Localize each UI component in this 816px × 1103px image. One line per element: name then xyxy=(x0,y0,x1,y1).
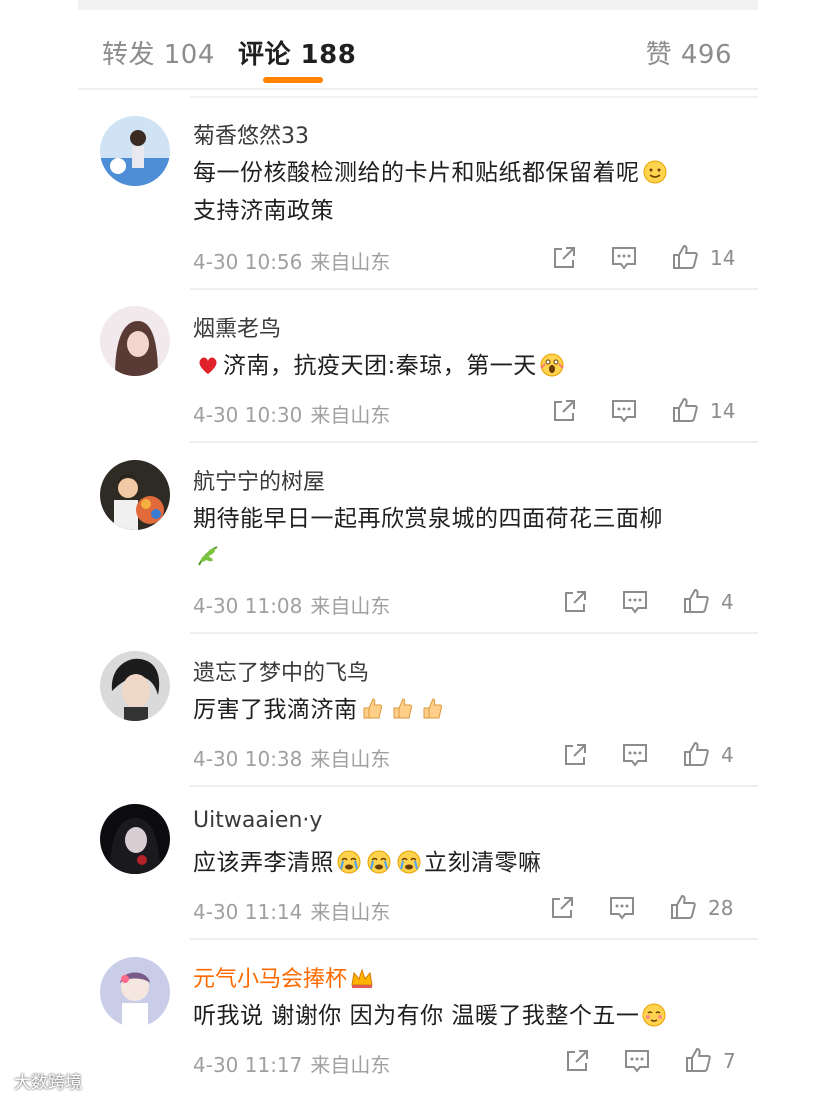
crying-emoji-icon xyxy=(396,849,422,875)
comment-divider xyxy=(190,288,758,290)
like-count: 7 xyxy=(723,1049,736,1073)
username[interactable]: 航宁宁的树屋 xyxy=(193,464,325,496)
comment-text: 期待能早日一起再欣赏泉城的四面荷花三面柳 xyxy=(193,500,733,576)
comment-divider xyxy=(190,938,758,940)
shy-emoji-icon xyxy=(641,1002,667,1028)
like-count: 14 xyxy=(710,246,736,270)
comment-source: 来自山东 xyxy=(310,250,391,274)
share-icon[interactable] xyxy=(561,741,589,769)
comment-text-line: 听我说 谢谢你 因为有你 温暖了我整个五一 xyxy=(193,1003,640,1029)
username[interactable]: 烟熏老鸟 xyxy=(193,311,281,343)
share-icon[interactable] xyxy=(561,588,589,616)
comment-text-line: 每一份核酸检测给的卡片和贴纸都保留着呢 xyxy=(193,160,640,186)
comment-text: 听我说 谢谢你 因为有你 温暖了我整个五一 xyxy=(193,997,733,1035)
thumbs-up-emoji-icon xyxy=(360,696,386,722)
comment-text: 厉害了我滴济南 xyxy=(193,691,733,729)
like-count: 4 xyxy=(721,743,734,767)
thumbs-up-icon[interactable] xyxy=(671,243,699,271)
thumbs-up-emoji-icon xyxy=(390,696,416,722)
scream-emoji-icon xyxy=(539,352,565,378)
comment-meta: 4-30 10:56 来自山东 xyxy=(193,246,390,275)
comment-time: 4-30 10:56 xyxy=(193,250,303,274)
comment-text-line: 期待能早日一起再欣赏泉城的四面荷花三面柳 xyxy=(193,506,663,532)
thumbs-up-icon[interactable] xyxy=(669,893,697,921)
share-icon[interactable] xyxy=(548,894,576,922)
heart-emoji-icon xyxy=(195,352,221,378)
comment-time: 4-30 11:14 xyxy=(193,900,303,924)
avatar[interactable] xyxy=(100,116,170,186)
thumbs-up-icon[interactable] xyxy=(682,587,710,615)
avatar[interactable] xyxy=(100,306,170,376)
comment-divider xyxy=(190,441,758,443)
avatar[interactable] xyxy=(100,651,170,721)
comment-text-line: 立刻清零嘛 xyxy=(424,850,542,876)
thumbs-up-icon[interactable] xyxy=(684,1046,712,1074)
username[interactable]: 遗忘了梦中的飞鸟 xyxy=(193,655,369,687)
comment-time: 4-30 11:08 xyxy=(193,594,303,618)
comment-meta: 4-30 11:08 来自山东 xyxy=(193,590,390,619)
comment-source: 来自山东 xyxy=(310,403,391,427)
willow-leaf-emoji-icon xyxy=(195,543,221,569)
username[interactable]: 元气小马会捧杯 xyxy=(193,961,377,993)
comment-meta: 4-30 10:30 来自山东 xyxy=(193,399,390,428)
username[interactable]: 菊香悠然33 xyxy=(193,118,309,150)
comment-source: 来自山东 xyxy=(310,1053,391,1077)
comment-time: 4-30 10:38 xyxy=(193,747,303,771)
like-count: 4 xyxy=(721,590,734,614)
username[interactable]: Uitwaaien·y xyxy=(193,808,322,833)
comment-text-line: 支持济南政策 xyxy=(193,198,334,224)
tab-comment[interactable]: 评论 188 xyxy=(238,34,356,71)
comment-divider xyxy=(190,632,758,634)
share-icon[interactable] xyxy=(563,1047,591,1075)
comment-source: 来自山东 xyxy=(310,747,391,771)
like-count: 28 xyxy=(708,896,734,920)
comment-text: 应该弄李清照 立刻清零嘛 xyxy=(193,844,733,882)
comment-tabs: 转发 104 评论 188 赞 496 xyxy=(78,20,758,90)
comment-source: 来自山东 xyxy=(310,900,391,924)
avatar[interactable] xyxy=(100,460,170,530)
list-top-divider xyxy=(190,96,758,98)
comment-time: 4-30 10:30 xyxy=(193,403,303,427)
thumbs-up-icon[interactable] xyxy=(682,740,710,768)
tabs-divider xyxy=(78,88,758,90)
comment-meta: 4-30 11:14 来自山东 xyxy=(193,896,390,925)
crown-badge-icon xyxy=(349,965,375,991)
tab-like[interactable]: 赞 496 xyxy=(646,34,732,71)
thumbs-up-emoji-icon xyxy=(420,696,446,722)
comment-divider xyxy=(190,785,758,787)
active-tab-indicator xyxy=(263,77,323,83)
like-count: 14 xyxy=(710,399,736,423)
smile-emoji-icon xyxy=(642,159,668,185)
share-icon[interactable] xyxy=(550,397,578,425)
thumbs-up-icon[interactable] xyxy=(671,396,699,424)
comment-text: 每一份核酸检测给的卡片和贴纸都保留着呢 支持济南政策 xyxy=(193,154,733,230)
top-strip xyxy=(78,0,758,10)
comment-icon[interactable] xyxy=(608,894,636,922)
crying-emoji-icon xyxy=(366,849,392,875)
comment-text-line: 济南，抗疫天团:秦琼，第一天 xyxy=(223,353,537,379)
avatar[interactable] xyxy=(100,804,170,874)
username-text: 元气小马会捧杯 xyxy=(193,967,348,992)
comment-icon[interactable] xyxy=(610,244,638,272)
comment-text-line: 厉害了我滴济南 xyxy=(193,697,358,723)
comment-text-line: 应该弄李清照 xyxy=(193,850,334,876)
comment-time: 4-30 11:17 xyxy=(193,1053,303,1077)
comment-source: 来自山东 xyxy=(310,594,391,618)
comment-icon[interactable] xyxy=(621,741,649,769)
share-icon[interactable] xyxy=(550,244,578,272)
comment-meta: 4-30 10:38 来自山东 xyxy=(193,743,390,772)
crying-emoji-icon xyxy=(336,849,362,875)
comment-icon[interactable] xyxy=(621,588,649,616)
comment-icon[interactable] xyxy=(610,397,638,425)
avatar[interactable] xyxy=(100,957,170,1027)
comment-text: 济南，抗疫天团:秦琼，第一天 xyxy=(193,347,733,385)
comment-icon[interactable] xyxy=(623,1047,651,1075)
tab-repost[interactable]: 转发 104 xyxy=(102,34,215,71)
comment-meta: 4-30 11:17 来自山东 xyxy=(193,1049,390,1078)
watermark: 大数跨境 xyxy=(14,1073,82,1093)
